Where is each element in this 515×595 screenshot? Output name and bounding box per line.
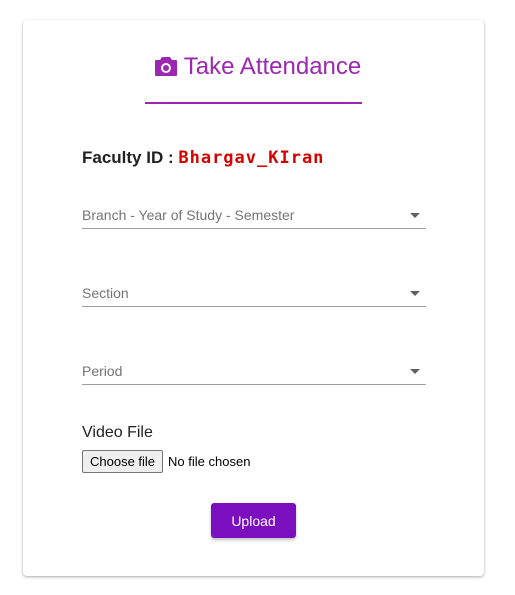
section-select[interactable]: Section xyxy=(82,280,426,307)
faculty-id-value: Bhargav_KIran xyxy=(178,148,325,168)
page-title: Take Attendance xyxy=(0,52,515,85)
faculty-id-label: Faculty ID : xyxy=(82,148,174,167)
period-select[interactable]: Period xyxy=(82,358,426,385)
chevron-down-icon xyxy=(410,291,420,296)
video-file-input: Choose file No file chosen xyxy=(82,449,251,473)
branch-year-semester-select[interactable]: Branch - Year of Study - Semester xyxy=(82,202,426,229)
chevron-down-icon xyxy=(410,213,420,218)
upload-button[interactable]: Upload xyxy=(211,503,296,538)
chevron-down-icon xyxy=(410,369,420,374)
choose-file-button[interactable]: Choose file xyxy=(82,449,164,473)
section-select-placeholder: Section xyxy=(82,285,129,301)
faculty-id-row: Faculty ID : Bhargav_KIran xyxy=(82,148,324,168)
branch-select-placeholder: Branch - Year of Study - Semester xyxy=(82,207,295,223)
file-status-text: No file chosen xyxy=(168,453,251,469)
title-divider xyxy=(145,102,362,104)
video-file-label: Video File xyxy=(82,424,153,441)
period-select-placeholder: Period xyxy=(82,363,123,379)
title-text: Take Attendance xyxy=(183,53,362,80)
camera-icon xyxy=(154,55,178,85)
